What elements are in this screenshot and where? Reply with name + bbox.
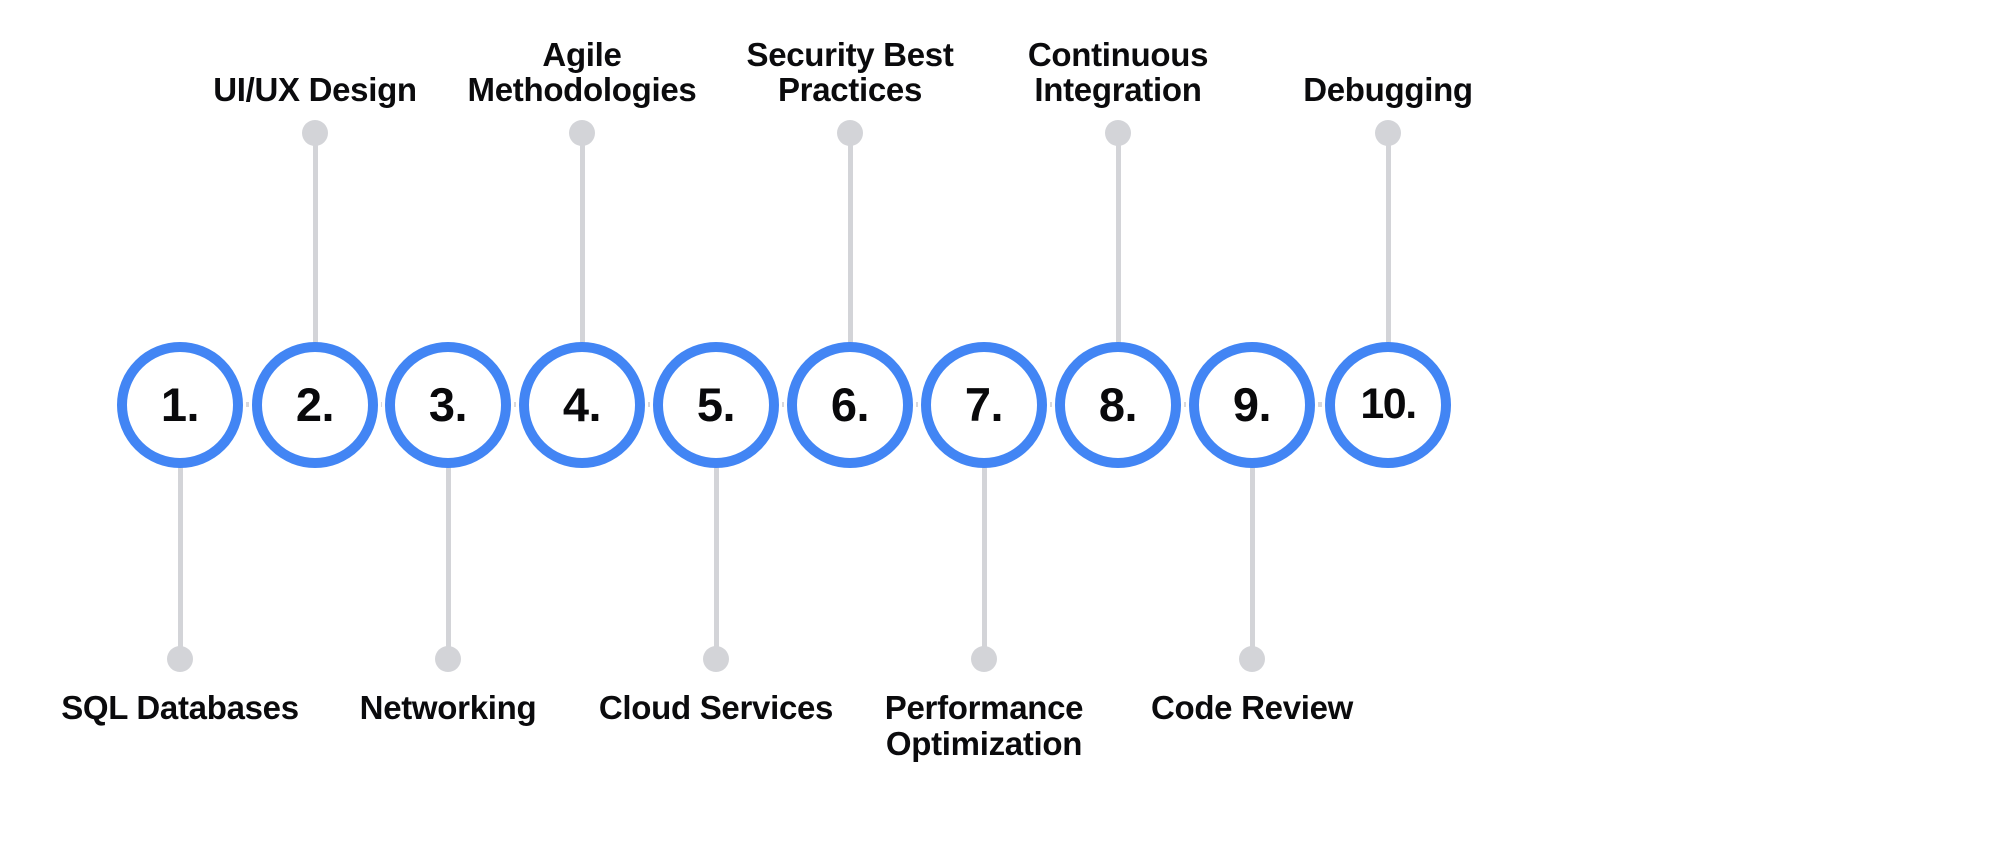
- step-connector-dot-icon: [435, 646, 461, 672]
- rail-segment: [1050, 402, 1052, 407]
- step-connector-stem: [981, 465, 987, 670]
- step-number-circle[interactable]: 1.: [117, 342, 243, 468]
- rail-segment: [916, 402, 918, 407]
- step-connector-stem: [445, 465, 451, 670]
- rail-segment: [246, 402, 249, 407]
- step-number-circle[interactable]: 6.: [787, 342, 913, 468]
- step-number-circle[interactable]: 5.: [653, 342, 779, 468]
- step-number-label: 2.: [295, 377, 335, 431]
- step-connector-dot-icon: [1375, 120, 1401, 146]
- step-connector-stem: [1115, 130, 1121, 345]
- step-number-circle[interactable]: 8.: [1055, 342, 1181, 468]
- step-number-circle[interactable]: 9.: [1189, 342, 1315, 468]
- step-number-circle[interactable]: 2.: [252, 342, 378, 468]
- step-number-label: 9.: [1232, 377, 1272, 431]
- step-connector-dot-icon: [569, 120, 595, 146]
- step-connector-stem: [312, 130, 318, 345]
- step-connector-stem: [1385, 130, 1391, 345]
- step-number-circle[interactable]: 4.: [519, 342, 645, 468]
- step-number-label: 10.: [1360, 379, 1417, 428]
- step-number-label: 6.: [830, 377, 870, 431]
- step-connector-stem: [177, 465, 183, 670]
- step-title-label: Code Review: [1150, 689, 1354, 726]
- step-number-circle[interactable]: 10.: [1325, 342, 1451, 468]
- rail-segment: [1318, 402, 1322, 407]
- step-connector-dot-icon: [167, 646, 193, 672]
- step-title-label: Debugging: [1303, 71, 1473, 109]
- step-number-label: 5.: [696, 377, 736, 431]
- step-connector-dot-icon: [1239, 646, 1265, 672]
- step-connector-stem: [713, 465, 719, 670]
- step-number-label: 3.: [428, 377, 468, 431]
- step-connector-stem: [847, 130, 853, 345]
- step-connector-dot-icon: [971, 646, 997, 672]
- rail-segment: [381, 402, 382, 407]
- rail-segment: [1184, 402, 1186, 407]
- step-number-label: 4.: [562, 377, 602, 431]
- step-number-label: 1.: [160, 377, 200, 431]
- rail-segment: [782, 402, 784, 407]
- step-number-label: 7.: [964, 377, 1004, 431]
- step-connector-dot-icon: [837, 120, 863, 146]
- step-number-circle[interactable]: 3.: [385, 342, 511, 468]
- step-number-circle[interactable]: 7.: [921, 342, 1047, 468]
- rail-segment: [648, 402, 650, 407]
- step-number-label: 8.: [1098, 377, 1138, 431]
- timeline-diagram: 1. SQL Databases 2. UI/UX Design 3. Networkin…: [0, 0, 2000, 848]
- step-connector-stem: [1249, 465, 1255, 670]
- step-connector-dot-icon: [302, 120, 328, 146]
- rail-segment: [514, 402, 516, 407]
- step-connector-stem: [579, 130, 585, 345]
- step-connector-dot-icon: [703, 646, 729, 672]
- step-connector-dot-icon: [1105, 120, 1131, 146]
